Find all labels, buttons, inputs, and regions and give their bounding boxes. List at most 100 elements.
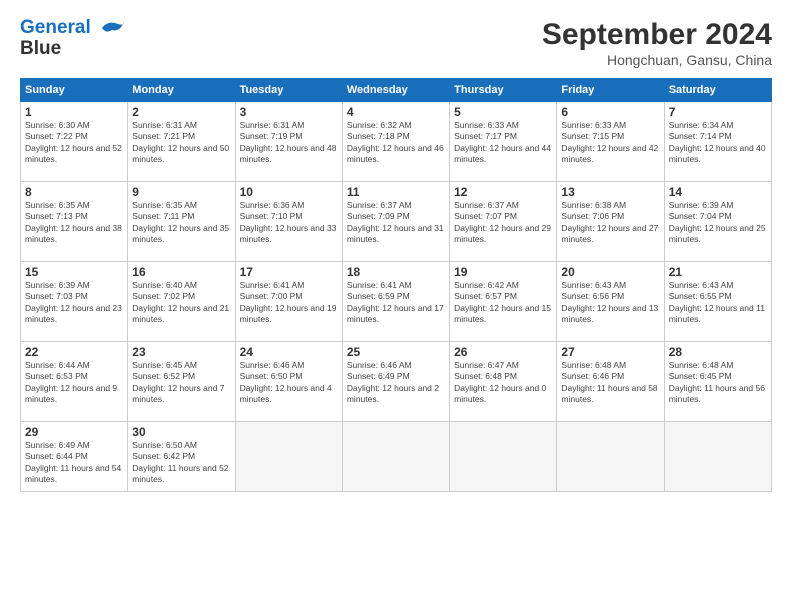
day-info: Sunrise: 6:48 AMSunset: 6:46 PMDaylight:… bbox=[561, 360, 657, 404]
day-cell: 6 Sunrise: 6:33 AMSunset: 7:15 PMDayligh… bbox=[557, 102, 664, 182]
day-number: 2 bbox=[132, 105, 230, 119]
day-number: 26 bbox=[454, 345, 552, 359]
day-cell: 27 Sunrise: 6:48 AMSunset: 6:46 PMDaylig… bbox=[557, 342, 664, 422]
day-info: Sunrise: 6:33 AMSunset: 7:17 PMDaylight:… bbox=[454, 120, 551, 164]
day-cell bbox=[664, 422, 771, 492]
day-info: Sunrise: 6:43 AMSunset: 6:55 PMDaylight:… bbox=[669, 280, 765, 324]
day-info: Sunrise: 6:45 AMSunset: 6:52 PMDaylight:… bbox=[132, 360, 224, 404]
day-number: 21 bbox=[669, 265, 767, 279]
day-cell: 14 Sunrise: 6:39 AMSunset: 7:04 PMDaylig… bbox=[664, 182, 771, 262]
day-info: Sunrise: 6:32 AMSunset: 7:18 PMDaylight:… bbox=[347, 120, 444, 164]
day-info: Sunrise: 6:41 AMSunset: 7:00 PMDaylight:… bbox=[240, 280, 337, 324]
day-info: Sunrise: 6:31 AMSunset: 7:19 PMDaylight:… bbox=[240, 120, 337, 164]
day-cell: 19 Sunrise: 6:42 AMSunset: 6:57 PMDaylig… bbox=[450, 262, 557, 342]
day-info: Sunrise: 6:48 AMSunset: 6:45 PMDaylight:… bbox=[669, 360, 765, 404]
day-number: 8 bbox=[25, 185, 123, 199]
day-cell: 15 Sunrise: 6:39 AMSunset: 7:03 PMDaylig… bbox=[21, 262, 128, 342]
day-cell: 20 Sunrise: 6:43 AMSunset: 6:56 PMDaylig… bbox=[557, 262, 664, 342]
day-cell: 13 Sunrise: 6:38 AMSunset: 7:06 PMDaylig… bbox=[557, 182, 664, 262]
day-number: 25 bbox=[347, 345, 445, 359]
day-cell bbox=[342, 422, 449, 492]
day-number: 7 bbox=[669, 105, 767, 119]
day-number: 1 bbox=[25, 105, 123, 119]
week-row-2: 8 Sunrise: 6:35 AMSunset: 7:13 PMDayligh… bbox=[21, 182, 772, 262]
day-info: Sunrise: 6:41 AMSunset: 6:59 PMDaylight:… bbox=[347, 280, 444, 324]
col-monday: Monday bbox=[128, 79, 235, 102]
col-wednesday: Wednesday bbox=[342, 79, 449, 102]
day-cell: 4 Sunrise: 6:32 AMSunset: 7:18 PMDayligh… bbox=[342, 102, 449, 182]
day-number: 5 bbox=[454, 105, 552, 119]
logo-bird-icon bbox=[98, 18, 126, 38]
logo: General Blue bbox=[20, 18, 126, 60]
day-cell: 8 Sunrise: 6:35 AMSunset: 7:13 PMDayligh… bbox=[21, 182, 128, 262]
day-cell bbox=[450, 422, 557, 492]
col-tuesday: Tuesday bbox=[235, 79, 342, 102]
day-cell: 28 Sunrise: 6:48 AMSunset: 6:45 PMDaylig… bbox=[664, 342, 771, 422]
day-number: 18 bbox=[347, 265, 445, 279]
day-info: Sunrise: 6:30 AMSunset: 7:22 PMDaylight:… bbox=[25, 120, 122, 164]
day-number: 27 bbox=[561, 345, 659, 359]
day-info: Sunrise: 6:37 AMSunset: 7:07 PMDaylight:… bbox=[454, 200, 551, 244]
day-info: Sunrise: 6:44 AMSunset: 6:53 PMDaylight:… bbox=[25, 360, 117, 404]
day-cell: 29 Sunrise: 6:49 AMSunset: 6:44 PMDaylig… bbox=[21, 422, 128, 492]
month-title: September 2024 bbox=[542, 18, 772, 52]
week-row-1: 1 Sunrise: 6:30 AMSunset: 7:22 PMDayligh… bbox=[21, 102, 772, 182]
day-number: 11 bbox=[347, 185, 445, 199]
col-saturday: Saturday bbox=[664, 79, 771, 102]
day-info: Sunrise: 6:39 AMSunset: 7:04 PMDaylight:… bbox=[669, 200, 766, 244]
day-cell bbox=[235, 422, 342, 492]
day-info: Sunrise: 6:36 AMSunset: 7:10 PMDaylight:… bbox=[240, 200, 337, 244]
day-info: Sunrise: 6:35 AMSunset: 7:11 PMDaylight:… bbox=[132, 200, 229, 244]
calendar-table: SundayMondayTuesdayWednesdayThursdayFrid… bbox=[20, 78, 772, 492]
day-number: 14 bbox=[669, 185, 767, 199]
day-info: Sunrise: 6:37 AMSunset: 7:09 PMDaylight:… bbox=[347, 200, 444, 244]
day-cell: 26 Sunrise: 6:47 AMSunset: 6:48 PMDaylig… bbox=[450, 342, 557, 422]
day-cell: 1 Sunrise: 6:30 AMSunset: 7:22 PMDayligh… bbox=[21, 102, 128, 182]
header: General Blue September 2024 Hongchuan, G… bbox=[20, 18, 772, 68]
day-info: Sunrise: 6:47 AMSunset: 6:48 PMDaylight:… bbox=[454, 360, 546, 404]
week-row-4: 22 Sunrise: 6:44 AMSunset: 6:53 PMDaylig… bbox=[21, 342, 772, 422]
day-cell: 18 Sunrise: 6:41 AMSunset: 6:59 PMDaylig… bbox=[342, 262, 449, 342]
location: Hongchuan, Gansu, China bbox=[542, 52, 772, 68]
day-info: Sunrise: 6:50 AMSunset: 6:42 PMDaylight:… bbox=[132, 440, 228, 484]
day-cell: 10 Sunrise: 6:36 AMSunset: 7:10 PMDaylig… bbox=[235, 182, 342, 262]
day-number: 15 bbox=[25, 265, 123, 279]
day-cell: 9 Sunrise: 6:35 AMSunset: 7:11 PMDayligh… bbox=[128, 182, 235, 262]
day-number: 10 bbox=[240, 185, 338, 199]
day-number: 20 bbox=[561, 265, 659, 279]
day-cell: 30 Sunrise: 6:50 AMSunset: 6:42 PMDaylig… bbox=[128, 422, 235, 492]
day-number: 22 bbox=[25, 345, 123, 359]
day-cell: 5 Sunrise: 6:33 AMSunset: 7:17 PMDayligh… bbox=[450, 102, 557, 182]
logo-blue: Blue bbox=[20, 39, 126, 60]
day-info: Sunrise: 6:35 AMSunset: 7:13 PMDaylight:… bbox=[25, 200, 122, 244]
day-info: Sunrise: 6:39 AMSunset: 7:03 PMDaylight:… bbox=[25, 280, 122, 324]
day-cell: 23 Sunrise: 6:45 AMSunset: 6:52 PMDaylig… bbox=[128, 342, 235, 422]
day-number: 17 bbox=[240, 265, 338, 279]
day-cell: 16 Sunrise: 6:40 AMSunset: 7:02 PMDaylig… bbox=[128, 262, 235, 342]
day-number: 24 bbox=[240, 345, 338, 359]
day-number: 16 bbox=[132, 265, 230, 279]
day-number: 13 bbox=[561, 185, 659, 199]
day-number: 30 bbox=[132, 425, 230, 439]
day-cell: 22 Sunrise: 6:44 AMSunset: 6:53 PMDaylig… bbox=[21, 342, 128, 422]
day-info: Sunrise: 6:34 AMSunset: 7:14 PMDaylight:… bbox=[669, 120, 766, 164]
day-cell: 3 Sunrise: 6:31 AMSunset: 7:19 PMDayligh… bbox=[235, 102, 342, 182]
col-thursday: Thursday bbox=[450, 79, 557, 102]
day-info: Sunrise: 6:42 AMSunset: 6:57 PMDaylight:… bbox=[454, 280, 551, 324]
day-number: 12 bbox=[454, 185, 552, 199]
day-number: 3 bbox=[240, 105, 338, 119]
day-cell: 17 Sunrise: 6:41 AMSunset: 7:00 PMDaylig… bbox=[235, 262, 342, 342]
day-number: 4 bbox=[347, 105, 445, 119]
day-cell bbox=[557, 422, 664, 492]
day-info: Sunrise: 6:46 AMSunset: 6:50 PMDaylight:… bbox=[240, 360, 332, 404]
day-number: 9 bbox=[132, 185, 230, 199]
col-friday: Friday bbox=[557, 79, 664, 102]
day-cell: 21 Sunrise: 6:43 AMSunset: 6:55 PMDaylig… bbox=[664, 262, 771, 342]
day-info: Sunrise: 6:49 AMSunset: 6:44 PMDaylight:… bbox=[25, 440, 121, 484]
header-row: SundayMondayTuesdayWednesdayThursdayFrid… bbox=[21, 79, 772, 102]
day-info: Sunrise: 6:40 AMSunset: 7:02 PMDaylight:… bbox=[132, 280, 229, 324]
day-cell: 25 Sunrise: 6:46 AMSunset: 6:49 PMDaylig… bbox=[342, 342, 449, 422]
week-row-5: 29 Sunrise: 6:49 AMSunset: 6:44 PMDaylig… bbox=[21, 422, 772, 492]
logo-general: General bbox=[20, 17, 91, 38]
day-number: 6 bbox=[561, 105, 659, 119]
